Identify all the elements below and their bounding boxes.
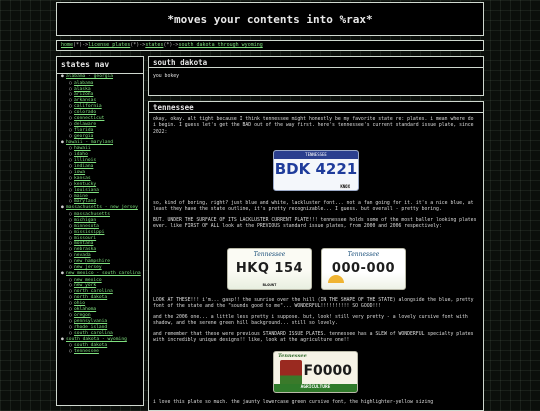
tennessee-paragraph: so, kind of boring, right? just blue and… [153,201,474,213]
site-title: *moves your contents into %rax* [167,12,373,26]
nav-state-list: alabamaalaskaarizonaarkansascaliforniaco… [61,81,143,140]
plate-county: KNOX [340,184,350,189]
nav-state-list: south dakotatennessee [61,343,143,355]
plate-state-name: Tennessee [253,251,286,258]
plate-number: BDK 4221 [274,160,358,178]
tennessee-paragraph: and the 2006 one... a little less pretty… [153,314,468,327]
tennessee-paragraph: i love this plate so much. the jaunty lo… [153,400,434,405]
tennessee-paragraph: okay, okay. alt tight because I think te… [153,117,474,135]
states-nav-title: states nav [57,57,143,74]
states-nav-list: alabama - georgiaalabamaalaskaarizonaark… [57,74,143,355]
plate-banner: AGRICULTURE [274,384,357,392]
nav-group-link[interactable]: alabama - georgia [61,74,143,81]
breadcrumb: home(*)->license_plates(*)->states(*)->s… [56,40,484,51]
breadcrumb-states[interactable]: states [145,42,163,48]
tennessee-paragraph: and remember that these were previous ST… [153,331,474,344]
barn-graphic [280,360,302,386]
breadcrumb-separator: (*)-> [163,42,179,48]
breadcrumb-home[interactable]: home [61,42,73,48]
nav-state-list: massachusettsmichiganminnesotamississipp… [61,212,143,271]
south-dakota-body: you bokey [153,74,179,79]
tennessee-panel: tennessee okay, okay. alt tight because … [148,101,484,411]
south-dakota-title: south dakota [149,57,483,68]
tennessee-agriculture-plate: Tennessee F0000 AGRICULTURE [273,351,358,393]
sunrise-graphic [328,275,344,283]
plate-state-name: TENNESSEE [274,151,358,159]
nav-state-list: hawaiiidahoillinoisindianaiowakansaskent… [61,146,143,205]
states-nav: states nav alabama - georgiaalabamaalask… [56,56,144,406]
tennessee-current-plate: TENNESSEE BDK 4221 KNOX [273,150,359,191]
plate-number: HKQ 154 [235,261,304,276]
plate-number: F0000 [303,363,352,379]
site-header: *moves your contents into %rax* [56,2,484,36]
nav-state-list: new mexiconew yorknorth carolinanorth da… [61,278,143,337]
plate-county: BLOUNT [262,282,277,287]
plate-state-name: Tennessee [347,251,380,258]
nav-state-link[interactable]: tennessee [69,349,143,355]
south-dakota-panel: south dakota you bokey [148,56,484,96]
plate-number: 000-000 [331,261,396,276]
breadcrumb-current[interactable]: south_dakota_through_wyoming [178,42,262,48]
tennessee-paragraph: BUT. UNDER THE SURFACE OF ITS LACKLUSTER… [153,217,477,230]
breadcrumb-separator: (*)-> [73,42,89,48]
tennessee-2006-plate: Tennessee 000-000 [321,248,406,290]
nav-group-link[interactable]: massachusetts - new jersey [61,205,143,212]
tennessee-paragraph: LOOK AT THESE!!! i'm... gasp!! the sunri… [153,298,474,310]
tennessee-title: tennessee [149,102,483,113]
breadcrumb-license-plates[interactable]: license_plates [88,42,130,48]
breadcrumb-separator: (*)-> [130,42,146,48]
plate-state-name: Tennessee [278,353,307,359]
nav-group-link[interactable]: new mexico - south carolina [61,271,143,278]
tennessee-2000-plate: Tennessee HKQ 154 BLOUNT [227,248,312,290]
